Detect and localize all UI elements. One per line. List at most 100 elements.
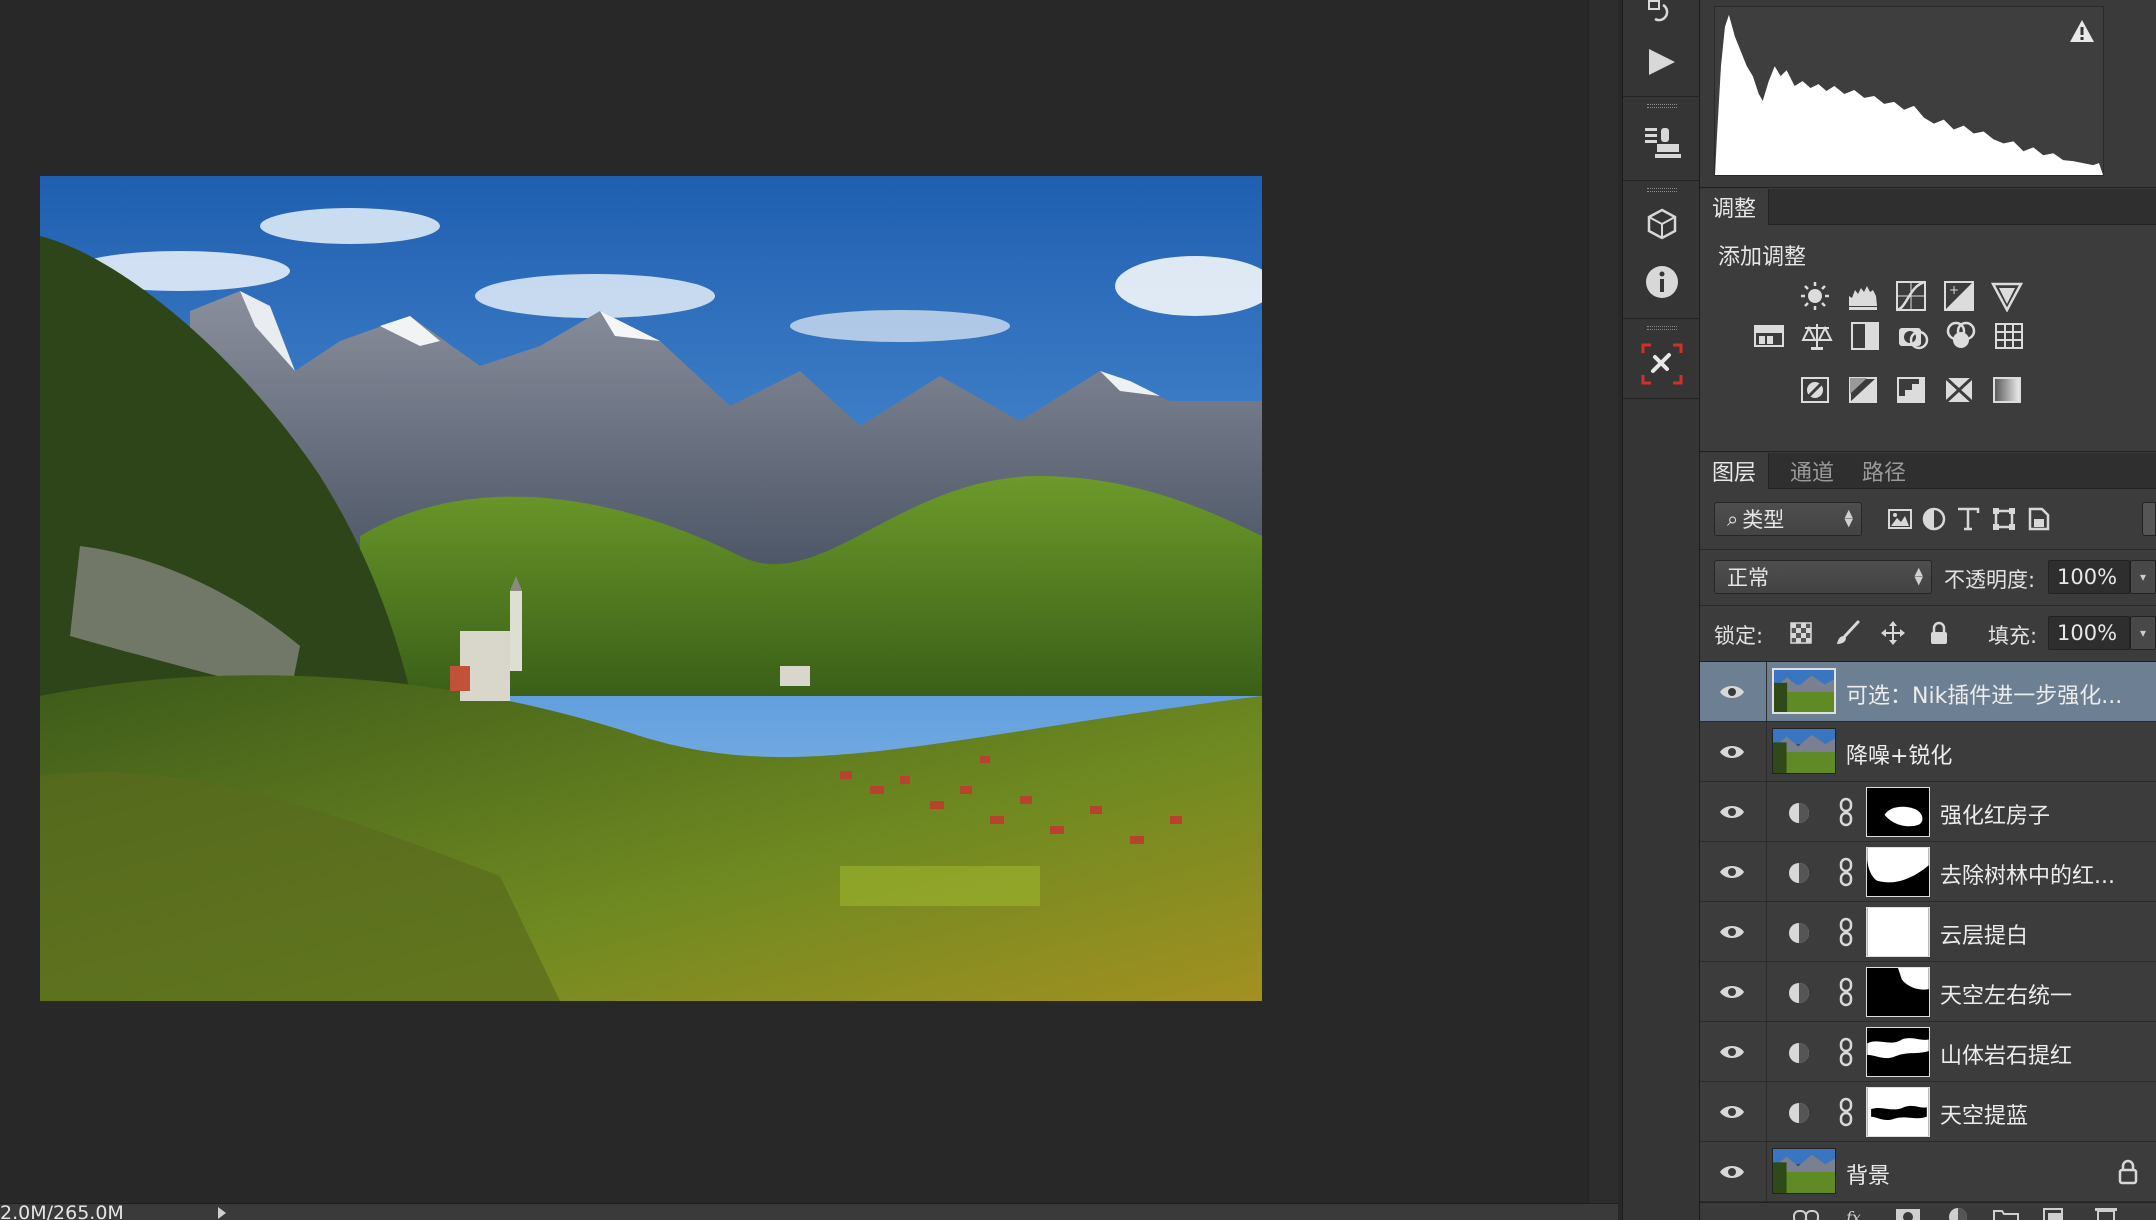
layer-row[interactable]: 去除树林中的红... [1700,842,2156,902]
filter-adjustment-layers-icon[interactable] [1918,503,1950,535]
tab-adjustments[interactable]: 调整 [1700,189,1770,225]
layer-mask-thumbnail[interactable] [1866,787,1930,837]
document-image[interactable] [40,176,1262,1001]
lock-image-pixels-brush-icon[interactable] [1832,618,1862,648]
mask-link-chain-icon[interactable] [1836,917,1856,947]
selective-color-icon[interactable] [1942,373,1976,407]
tab-channels[interactable]: 通道 [1778,453,1846,489]
blend-mode-dropdown[interactable]: 正常 ▲ ▼ [1714,560,1932,594]
visibility-eye-icon[interactable] [1718,680,1746,704]
clone-source-icon[interactable] [1623,112,1701,172]
layer-row[interactable]: 可选：Nik插件进一步强化... [1700,662,2156,722]
layer-name[interactable]: 山体岩石提红 [1940,1038,2140,1070]
status-menu-arrow-icon[interactable] [218,1207,226,1219]
layer-filter-bar: ⌕ 类型 ▲ ▼ [1700,490,2156,550]
lock-position-move-icon[interactable] [1878,618,1908,648]
layer-name[interactable]: 云层提白 [1940,918,2140,950]
layer-filter-kind-dropdown[interactable]: ⌕ 类型 ▲ ▼ [1714,502,1862,536]
black-white-icon[interactable] [1848,319,1882,353]
visibility-eye-icon[interactable] [1718,980,1746,1004]
layer-row[interactable]: 天空左右统一 [1700,962,2156,1022]
layer-row[interactable]: 天空提蓝 [1700,1082,2156,1142]
fill-slider-arrow-icon[interactable]: ▾ [2130,616,2156,650]
layer-name[interactable]: 可选：Nik插件进一步强化... [1846,678,2136,710]
tab-layers[interactable]: 图层 [1700,453,1770,489]
visibility-eye-icon[interactable] [1718,920,1746,944]
add-mask-icon[interactable] [1894,1205,1922,1220]
link-layers-icon[interactable] [1792,1205,1820,1220]
layer-name[interactable]: 背景 [1846,1158,2086,1190]
layer-name[interactable]: 降噪+锐化 [1846,738,2136,770]
color-balance-icon[interactable] [1800,319,1834,353]
mask-link-chain-icon[interactable] [1836,857,1856,887]
filter-shape-layers-icon[interactable] [1988,503,2020,535]
hue-saturation-icon[interactable] [1752,319,1786,353]
brightness-contrast-icon[interactable] [1798,279,1832,313]
layer-mask-thumbnail[interactable] [1866,847,1930,897]
opacity-input[interactable]: 100% [2048,560,2130,594]
threshold-icon[interactable] [1894,373,1928,407]
invert-icon[interactable] [1798,373,1832,407]
layer-name[interactable]: 天空提蓝 [1940,1098,2140,1130]
layer-mask-thumbnail[interactable] [1866,967,1930,1017]
layer-row[interactable]: 背景 [1700,1142,2156,1202]
fill-input[interactable]: 100% [2048,616,2130,650]
levels-icon[interactable] [1846,279,1880,313]
visibility-eye-icon[interactable] [1718,1100,1746,1124]
visibility-eye-icon[interactable] [1718,1040,1746,1064]
new-layer-icon[interactable] [2040,1205,2068,1220]
lock-transparent-pixels-icon[interactable] [1786,618,1816,648]
mask-link-chain-icon[interactable] [1836,1037,1856,1067]
mask-link-chain-icon[interactable] [1836,1097,1856,1127]
layer-name[interactable]: 去除树林中的红... [1940,858,2140,890]
layer-name[interactable]: 强化红房子 [1940,798,2140,830]
posterize-icon[interactable] [1846,373,1880,407]
fill-label: 填充: [1988,624,2038,648]
tool-presets-icon[interactable] [1623,334,1701,394]
new-adjustment-layer-icon[interactable] [1944,1205,1972,1220]
opacity-slider-arrow-icon[interactable]: ▾ [2130,560,2156,594]
play-actions-icon[interactable] [1623,32,1701,92]
mask-link-chain-icon[interactable] [1836,977,1856,1007]
delete-layer-trash-icon[interactable] [2092,1205,2120,1220]
adjustment-row-3 [1798,373,2024,407]
color-lookup-icon[interactable] [1992,319,2026,353]
filter-pixel-layers-icon[interactable] [1884,503,1916,535]
exposure-icon[interactable]: + [1942,279,1976,313]
vibrance-icon[interactable] [1990,279,2024,313]
layer-row[interactable]: 山体岩石提红 [1700,1022,2156,1082]
layer-row[interactable]: 云层提白 [1700,902,2156,962]
gradient-map-icon[interactable] [1990,373,2024,407]
filter-type-layers-icon[interactable] [1952,503,1984,535]
filter-smart-object-icon[interactable] [2022,503,2054,535]
3d-icon[interactable] [1623,196,1701,256]
adjustment-layer-icon [1789,803,1809,823]
layer-mask-thumbnail[interactable] [1866,1087,1930,1137]
lock-all-padlock-icon[interactable] [1924,618,1954,648]
layer-style-fx-icon[interactable]: fx [1842,1205,1870,1220]
tab-paths[interactable]: 路径 [1850,453,1918,489]
layer-mask-thumbnail[interactable] [1866,1027,1930,1077]
adjustment-layer-icon [1789,923,1809,943]
layer-mask-thumbnail[interactable] [1866,907,1930,957]
photo-filter-icon[interactable] [1896,319,1930,353]
adjustment-row-1: + [1798,279,2024,313]
landscape-photo [40,176,1262,1001]
layer-row[interactable]: 强化红房子 [1700,782,2156,842]
curves-icon[interactable] [1894,279,1928,313]
mask-link-chain-icon[interactable] [1836,797,1856,827]
canvas-scroll-gutter[interactable] [1588,0,1618,1203]
layer-row[interactable]: 降噪+锐化 [1700,722,2156,782]
adjustment-layer-icon [1789,1103,1809,1123]
document-canvas-area[interactable] [0,0,1588,1203]
visibility-eye-icon[interactable] [1718,860,1746,884]
cached-data-warning-icon[interactable] [2069,19,2095,43]
visibility-eye-icon[interactable] [1718,800,1746,824]
info-icon[interactable] [1623,252,1701,312]
new-group-folder-icon[interactable] [1992,1205,2020,1220]
filter-toggle-switch[interactable] [2142,502,2156,536]
layer-name[interactable]: 天空左右统一 [1940,978,2140,1010]
visibility-eye-icon[interactable] [1718,1160,1746,1184]
visibility-eye-icon[interactable] [1718,740,1746,764]
channel-mixer-icon[interactable] [1944,319,1978,353]
